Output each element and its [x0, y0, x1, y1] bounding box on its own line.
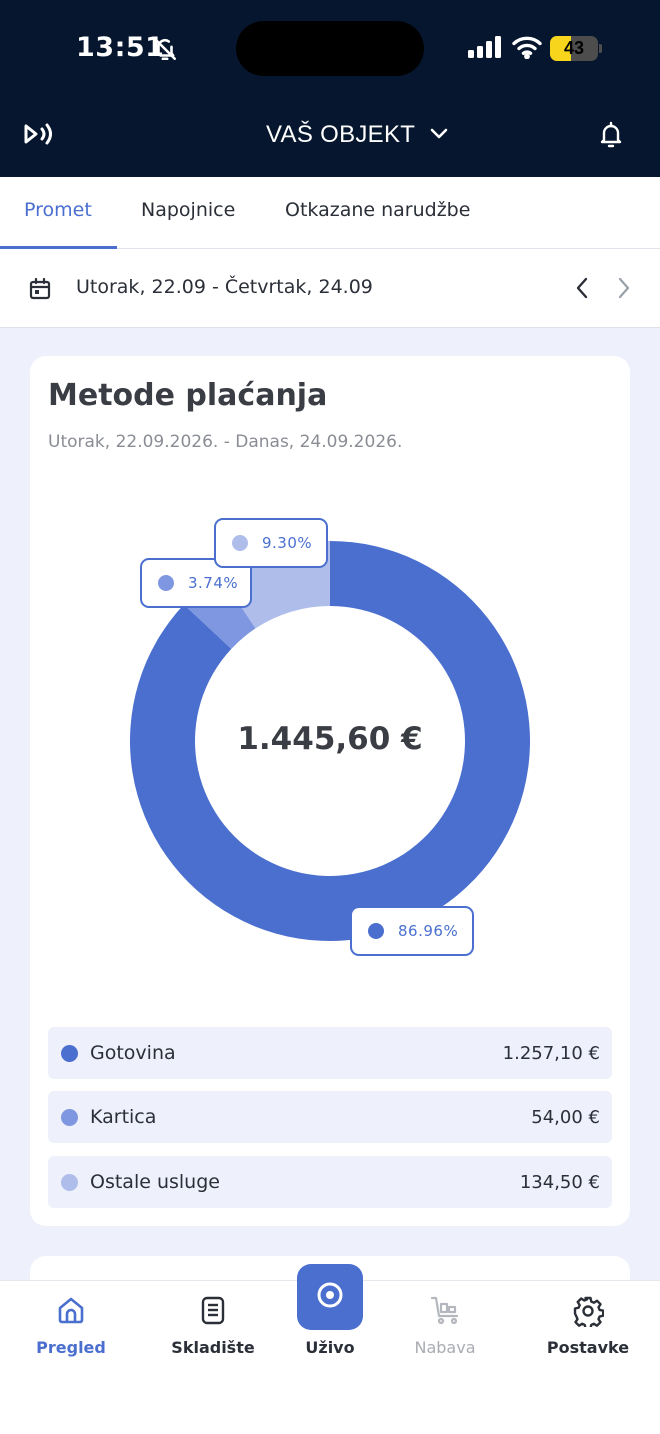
nav-postavke[interactable]: Postavke	[533, 1281, 643, 1371]
legend-row-gotovina: Gotovina 1.257,10 €	[48, 1027, 612, 1079]
tab-bar: Promet Napojnice Otkazane narudžbe	[0, 177, 660, 249]
legend-value: 1.257,10 €	[502, 1043, 600, 1064]
silent-mode-icon	[152, 36, 178, 66]
nav-label: Nabava	[414, 1338, 476, 1357]
legend-dot	[61, 1109, 78, 1126]
nav-uzivo-button[interactable]	[297, 1264, 363, 1330]
content-area: Metode plaćanja Utorak, 22.09.2026. - Da…	[0, 328, 660, 1280]
battery-cap	[599, 44, 602, 53]
percentage-label-gotovina: 86.96%	[350, 906, 474, 956]
percentage-text: 3.74%	[188, 574, 239, 592]
live-broadcast-icon[interactable]	[22, 121, 56, 151]
payment-methods-card: Metode plaćanja Utorak, 22.09.2026. - Da…	[30, 356, 630, 1226]
venue-title: VAŠ OBJEKT	[266, 121, 416, 148]
legend-label: Gotovina	[90, 1042, 176, 1064]
legend-dot	[61, 1045, 78, 1062]
battery-indicator: 43	[550, 36, 598, 61]
nav-nabava: Nabava	[390, 1281, 500, 1371]
cart-icon	[429, 1295, 461, 1329]
tab-promet[interactable]: Promet	[24, 199, 92, 221]
legend-label: Ostale usluge	[90, 1171, 220, 1193]
bell-icon[interactable]	[599, 121, 623, 153]
nav-uzivo-label[interactable]: Uživo	[285, 1338, 375, 1357]
chevron-left-icon[interactable]	[572, 276, 592, 304]
legend-value: 54,00 €	[531, 1107, 600, 1128]
tab-napojnice[interactable]: Napojnice	[141, 199, 235, 221]
nav-label: Pregled	[36, 1338, 106, 1357]
target-icon	[315, 1280, 345, 1314]
payment-methods-donut-chart	[129, 541, 530, 942]
gear-icon	[572, 1295, 605, 1331]
battery-level: 43	[563, 38, 585, 58]
percentage-dot	[158, 575, 174, 591]
percentage-dot	[368, 923, 384, 939]
bottom-navigation: Pregled Skladište Uživo Nabava Postavke	[0, 1264, 660, 1434]
nav-label: Skladište	[171, 1338, 255, 1357]
top-bar: 13:51 43 VAŠ OBJEKT	[0, 0, 660, 177]
percentage-text: 9.30%	[262, 534, 313, 552]
cellular-signal-icon	[468, 36, 502, 62]
percentage-dot	[232, 535, 248, 551]
percentage-text: 86.96%	[398, 922, 459, 940]
tab-otkazane-narudzbe[interactable]: Otkazane narudžbe	[285, 199, 470, 221]
nav-skladiste[interactable]: Skladište	[158, 1281, 268, 1371]
nav-pregled[interactable]: Pregled	[16, 1281, 126, 1371]
nav-label: Postavke	[546, 1338, 630, 1357]
legend-row-ostale-usluge: Ostale usluge 134,50 €	[48, 1156, 612, 1208]
legend-dot	[61, 1174, 78, 1191]
archive-icon	[199, 1295, 227, 1329]
calendar-icon[interactable]	[28, 277, 52, 305]
venue-selector[interactable]: VAŠ OBJEKT	[266, 120, 449, 150]
home-icon	[56, 1295, 86, 1329]
legend-row-kartica: Kartica 54,00 €	[48, 1091, 612, 1143]
legend-label: Kartica	[90, 1106, 157, 1128]
percentage-label-ostale-usluge: 9.30%	[214, 518, 328, 568]
chevron-right-icon[interactable]	[614, 276, 634, 304]
date-range-bar: Utorak, 22.09 - Četvrtak, 24.09	[0, 249, 660, 328]
chevron-down-icon	[429, 126, 449, 145]
date-range-label[interactable]: Utorak, 22.09 - Četvrtak, 24.09	[76, 276, 373, 298]
dynamic-island	[236, 21, 424, 76]
legend-value: 134,50 €	[519, 1172, 600, 1193]
wifi-icon	[512, 35, 542, 63]
donut-total: 1.445,60 €	[237, 721, 423, 757]
